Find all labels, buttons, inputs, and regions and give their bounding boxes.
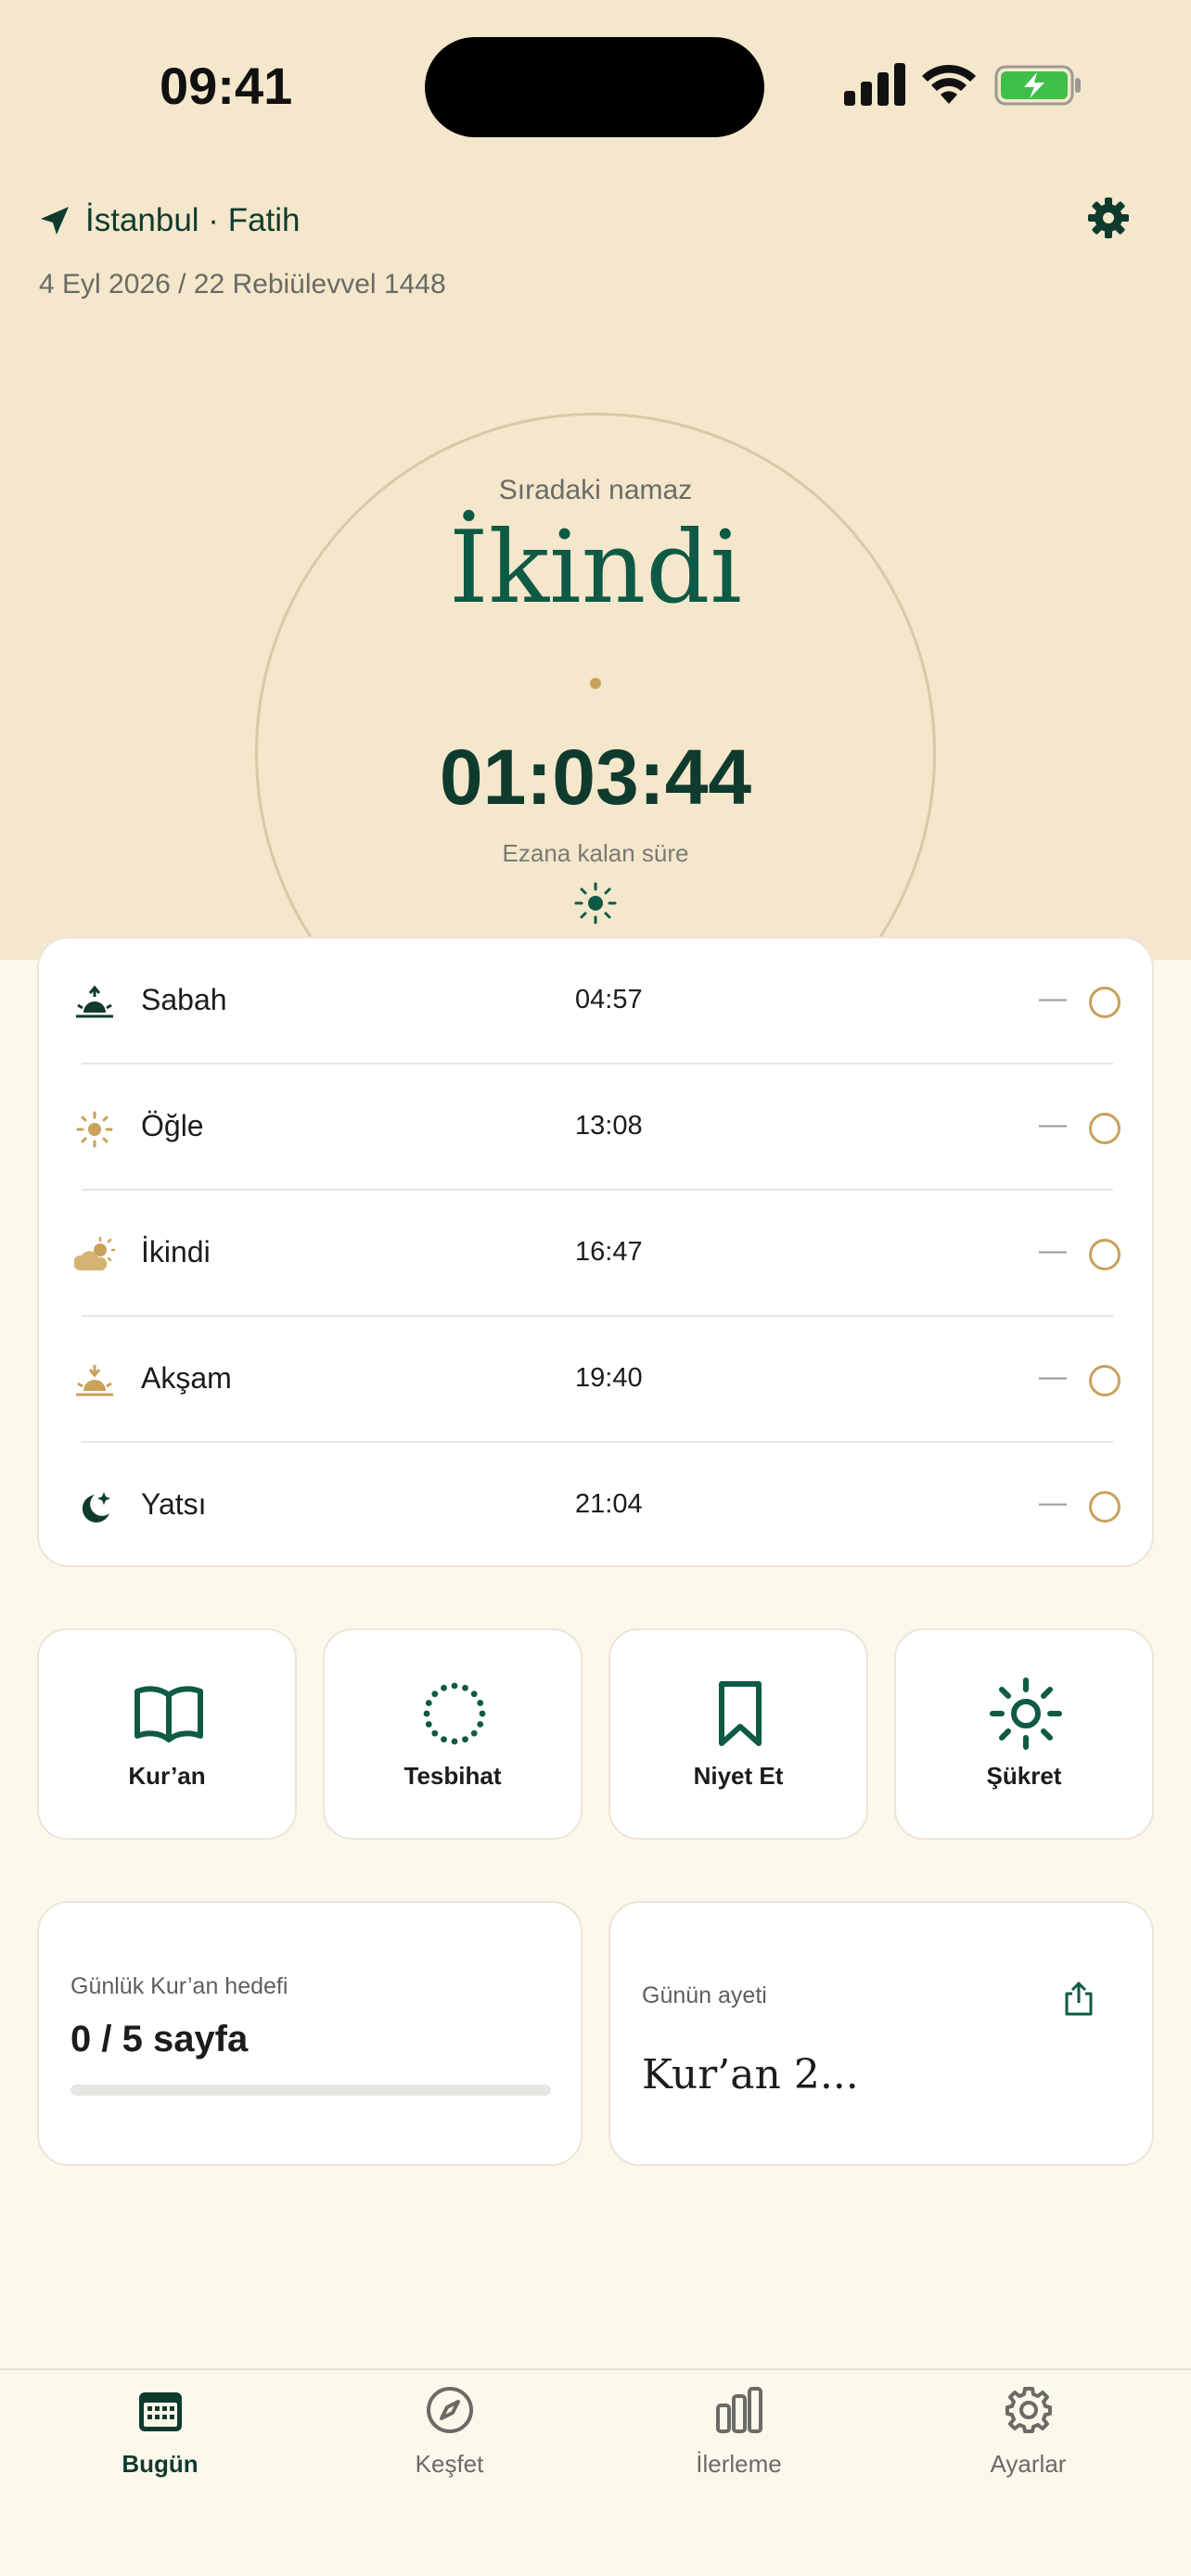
sukret-button[interactable]: Şükret — [894, 1628, 1154, 1840]
date-text: 4 Eyl 2026 / 22 Rebiülevvel 1448 — [39, 269, 446, 300]
prayer-name: Sabah — [141, 983, 227, 1016]
prayer-status: — — [1039, 1235, 1067, 1266]
sun-icon — [76, 1111, 113, 1148]
location-selector[interactable]: İstanbul · Fatih — [39, 195, 301, 247]
tab-ilerleme[interactable]: İlerleme — [590, 2370, 888, 2576]
niyet-et-button[interactable]: Niyet Et — [608, 1628, 868, 1840]
compass-icon — [427, 2387, 473, 2433]
quick-action-label: Niyet Et — [693, 1762, 784, 1790]
tab-bugun[interactable]: Bugün — [11, 2370, 309, 2576]
verse-text: Kur’an 2... — [642, 2051, 859, 2098]
sun-icon — [990, 1677, 1062, 1750]
dynamic-island — [425, 37, 764, 137]
tab-label: İlerleme — [696, 2450, 782, 2478]
countdown-label: Ezana kalan süre — [502, 839, 689, 867]
moon-star-icon — [82, 1492, 110, 1523]
prayer-name: İkindi — [141, 1235, 211, 1269]
prayer-times-card: Sabah 04:57 — Öğle 13:08 — İkindi 16:47 … — [37, 937, 1154, 1567]
bar-chart-icon — [716, 2387, 762, 2433]
tab-label: Keşfet — [415, 2450, 484, 2478]
battery-charging-icon — [994, 65, 1081, 106]
sunrise-icon — [76, 985, 113, 1018]
prayer-time: 19:40 — [575, 1363, 643, 1393]
prayer-done-checkbox[interactable] — [1089, 1113, 1121, 1144]
verse-label: Günün ayeti — [642, 1983, 767, 2009]
prayer-row-sabah[interactable]: Sabah 04:57 — — [39, 938, 1156, 1065]
goal-value: 0 / 5 sayfa — [70, 2019, 249, 2060]
sunset-icon — [76, 1365, 113, 1396]
countdown-timer: 01:03:44 — [439, 733, 752, 821]
prayer-time: 04:57 — [575, 985, 643, 1014]
next-prayer-name: İkindi — [449, 510, 742, 626]
book-icon — [134, 1686, 203, 1742]
quick-action-label: Tesbihat — [403, 1762, 502, 1790]
prayer-row-ogle[interactable]: Öğle 13:08 — — [39, 1065, 1156, 1191]
tab-kesfet[interactable]: Keşfet — [301, 2370, 598, 2576]
next-prayer-label: Sıradaki namaz — [498, 475, 693, 505]
tab-bar: Bugün Keşfet İlerleme Ayarlar — [0, 2368, 1191, 2576]
prayer-status: — — [1039, 983, 1067, 1014]
prayer-row-ikindi[interactable]: İkindi 16:47 — — [39, 1191, 1156, 1317]
calendar-icon — [139, 2392, 182, 2431]
prayer-done-checkbox[interactable] — [1089, 1239, 1121, 1270]
daily-quran-goal-card[interactable]: Günlük Kur’an hedefi 0 / 5 sayfa — [37, 1901, 583, 2166]
prayer-beads-icon — [423, 1682, 486, 1745]
prayer-row-aksam[interactable]: Akşam 19:40 — — [39, 1317, 1156, 1443]
quick-action-label: Kur’an — [128, 1762, 206, 1790]
prayer-time: 16:47 — [575, 1237, 643, 1267]
prayer-name: Yatsı — [141, 1487, 207, 1521]
prayer-time: 21:04 — [575, 1489, 643, 1519]
verse-of-day-card[interactable]: Günün ayeti Kur’an 2... — [608, 1901, 1154, 2166]
tab-ayarlar[interactable]: Ayarlar — [879, 2370, 1177, 2576]
status-bar: 09:41 — [0, 0, 1191, 176]
prayer-name: Akşam — [141, 1361, 232, 1395]
bookmark-icon — [719, 1681, 762, 1746]
sun-icon — [574, 882, 617, 925]
prayer-status: — — [1039, 1361, 1067, 1392]
gear-icon — [1005, 2387, 1052, 2433]
ring-progress-dot — [590, 678, 601, 689]
prayer-done-checkbox[interactable] — [1089, 987, 1121, 1018]
prayer-status: — — [1039, 1109, 1067, 1140]
location-text: İstanbul · Fatih — [85, 202, 301, 238]
quran-button[interactable]: Kur’an — [37, 1628, 297, 1840]
share-icon[interactable] — [1061, 1981, 1096, 2018]
location-arrow-icon — [41, 207, 69, 235]
wifi-icon — [922, 64, 976, 104]
prayer-row-yatsi[interactable]: Yatsı 21:04 — — [39, 1443, 1156, 1569]
prayer-status: — — [1039, 1487, 1067, 1518]
tab-label: Bugün — [122, 2450, 198, 2478]
prayer-name: Öğle — [141, 1109, 204, 1142]
prayer-time: 13:08 — [575, 1111, 643, 1141]
prayer-done-checkbox[interactable] — [1089, 1491, 1121, 1523]
goal-label: Günlük Kur’an hedefi — [70, 1973, 288, 1999]
settings-gear-icon[interactable] — [1085, 195, 1132, 241]
prayer-done-checkbox[interactable] — [1089, 1365, 1121, 1396]
cellular-signal-icon — [844, 63, 905, 106]
status-time: 09:41 — [160, 57, 293, 115]
tab-label: Ayarlar — [990, 2450, 1067, 2478]
tesbihat-button[interactable]: Tesbihat — [323, 1628, 583, 1840]
cloud-sun-icon — [74, 1237, 115, 1270]
quick-action-label: Şükret — [986, 1762, 1062, 1790]
goal-progress-bar — [70, 2085, 551, 2096]
